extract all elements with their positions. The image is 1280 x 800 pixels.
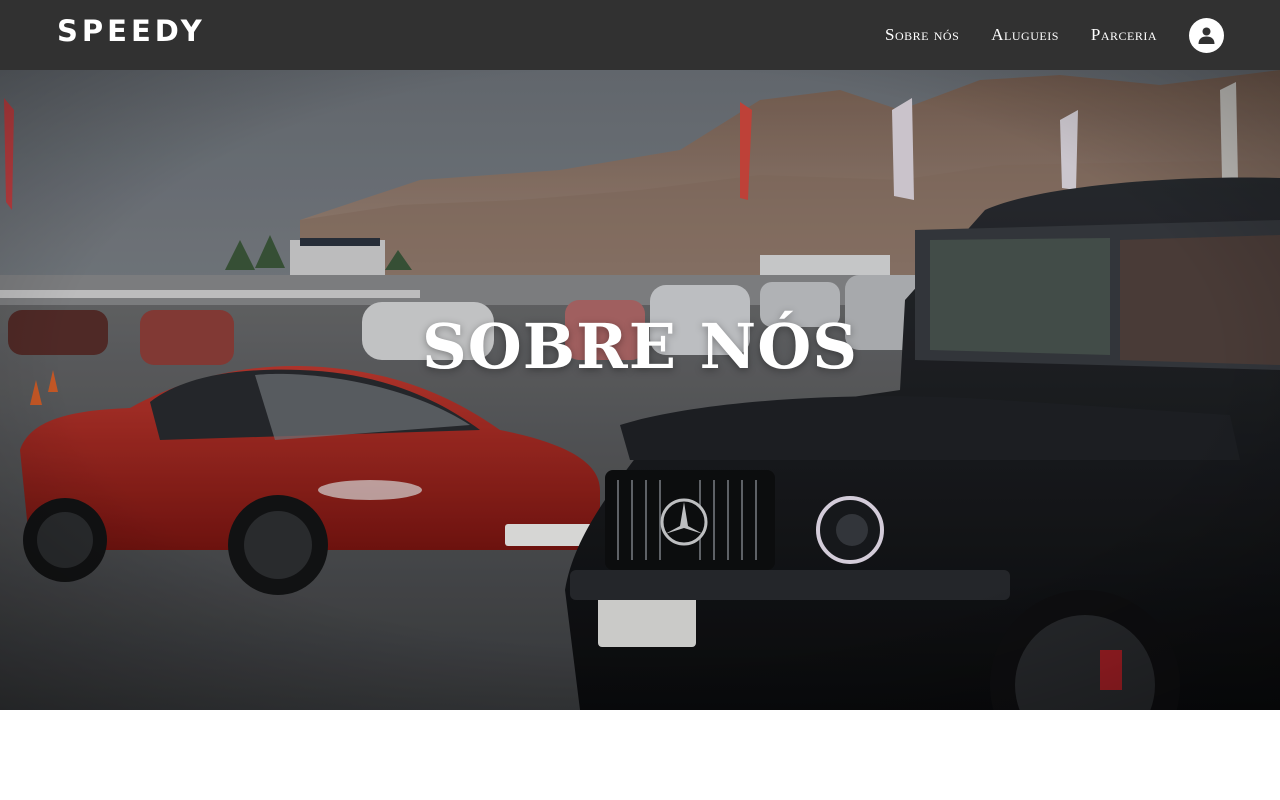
user-icon	[1198, 27, 1215, 44]
page-content-area	[0, 710, 1280, 800]
nav-link-parceria[interactable]: Parceria	[1091, 25, 1157, 45]
main-nav: Sobre nós Alugueis Parceria	[885, 25, 1157, 45]
nav-link-sobre-nos[interactable]: Sobre nós	[885, 25, 959, 45]
hero-title: SOBRE NÓS	[421, 310, 858, 383]
brand-logo[interactable]: SPEEDY	[57, 14, 206, 48]
hero-background-image	[0, 70, 1280, 710]
user-account-button[interactable]	[1189, 18, 1224, 53]
nav-link-alugueis[interactable]: Alugueis	[991, 25, 1059, 45]
top-navbar: SPEEDY Sobre nós Alugueis Parceria	[0, 0, 1280, 70]
hero-banner: SOBRE NÓS	[0, 70, 1280, 710]
